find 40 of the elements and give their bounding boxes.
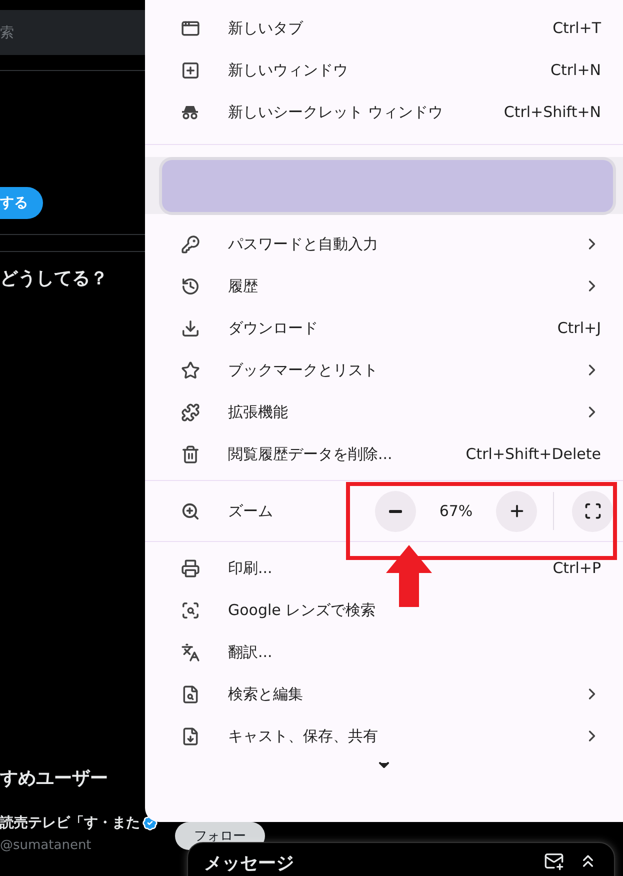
star-icon <box>181 360 200 380</box>
tab-icon <box>181 18 200 38</box>
menu-item[interactable]: ダウンロード Ctrl+J <box>145 307 623 349</box>
menu-item[interactable]: 履歴 <box>145 265 623 307</box>
fullscreen-button[interactable] <box>572 490 613 532</box>
arrow-icon <box>386 545 432 607</box>
menu-item[interactable]: 検索と編集 <box>145 673 623 715</box>
key-icon <box>181 234 200 254</box>
document-download-icon <box>181 726 200 746</box>
minus-icon <box>389 510 402 512</box>
menu-item[interactable]: ブックマークとリスト <box>145 349 623 391</box>
user-handle: @sumatanent <box>0 838 92 853</box>
menu-item[interactable]: キャスト、保存、共有 <box>145 715 623 757</box>
panel-title: メッセージ <box>204 852 295 875</box>
lens-icon <box>181 600 200 620</box>
zoom-in-button[interactable] <box>496 490 537 532</box>
trash-icon <box>181 444 200 464</box>
section-heading: すめユーザー <box>0 767 108 790</box>
menu-item[interactable]: 翻訳... <box>145 631 623 673</box>
section-heading: どうしてる？ <box>0 267 109 290</box>
history-icon <box>181 276 200 296</box>
translate-icon <box>181 642 200 662</box>
menu-item[interactable]: 新しいシークレット ウィンドウ Ctrl+Shift+N <box>145 91 623 133</box>
new-message-icon[interactable] <box>544 851 564 871</box>
zoom-row: ズーム 67% <box>145 486 623 536</box>
fullscreen-icon <box>584 502 602 520</box>
menu-item[interactable]: パスワードと自動入力 <box>145 223 623 265</box>
download-icon <box>181 318 200 338</box>
menu-item[interactable]: Google レンズで検索 <box>145 589 623 631</box>
window-plus-icon <box>181 60 200 80</box>
puzzle-icon <box>181 402 200 422</box>
printer-icon <box>181 558 200 578</box>
user-name: 読売テレビ「す・また <box>0 814 140 832</box>
menu-item[interactable]: 拡張機能 <box>145 391 623 433</box>
zoom-icon <box>181 502 200 520</box>
incognito-icon <box>181 104 199 120</box>
search-document-icon <box>181 684 200 704</box>
menu-item[interactable]: 印刷... Ctrl+P <box>145 547 623 589</box>
zoom-out-button[interactable] <box>375 490 416 532</box>
menu-item[interactable]: 閲覧履歴データを削除... Ctrl+Shift+Delete <box>145 433 623 475</box>
